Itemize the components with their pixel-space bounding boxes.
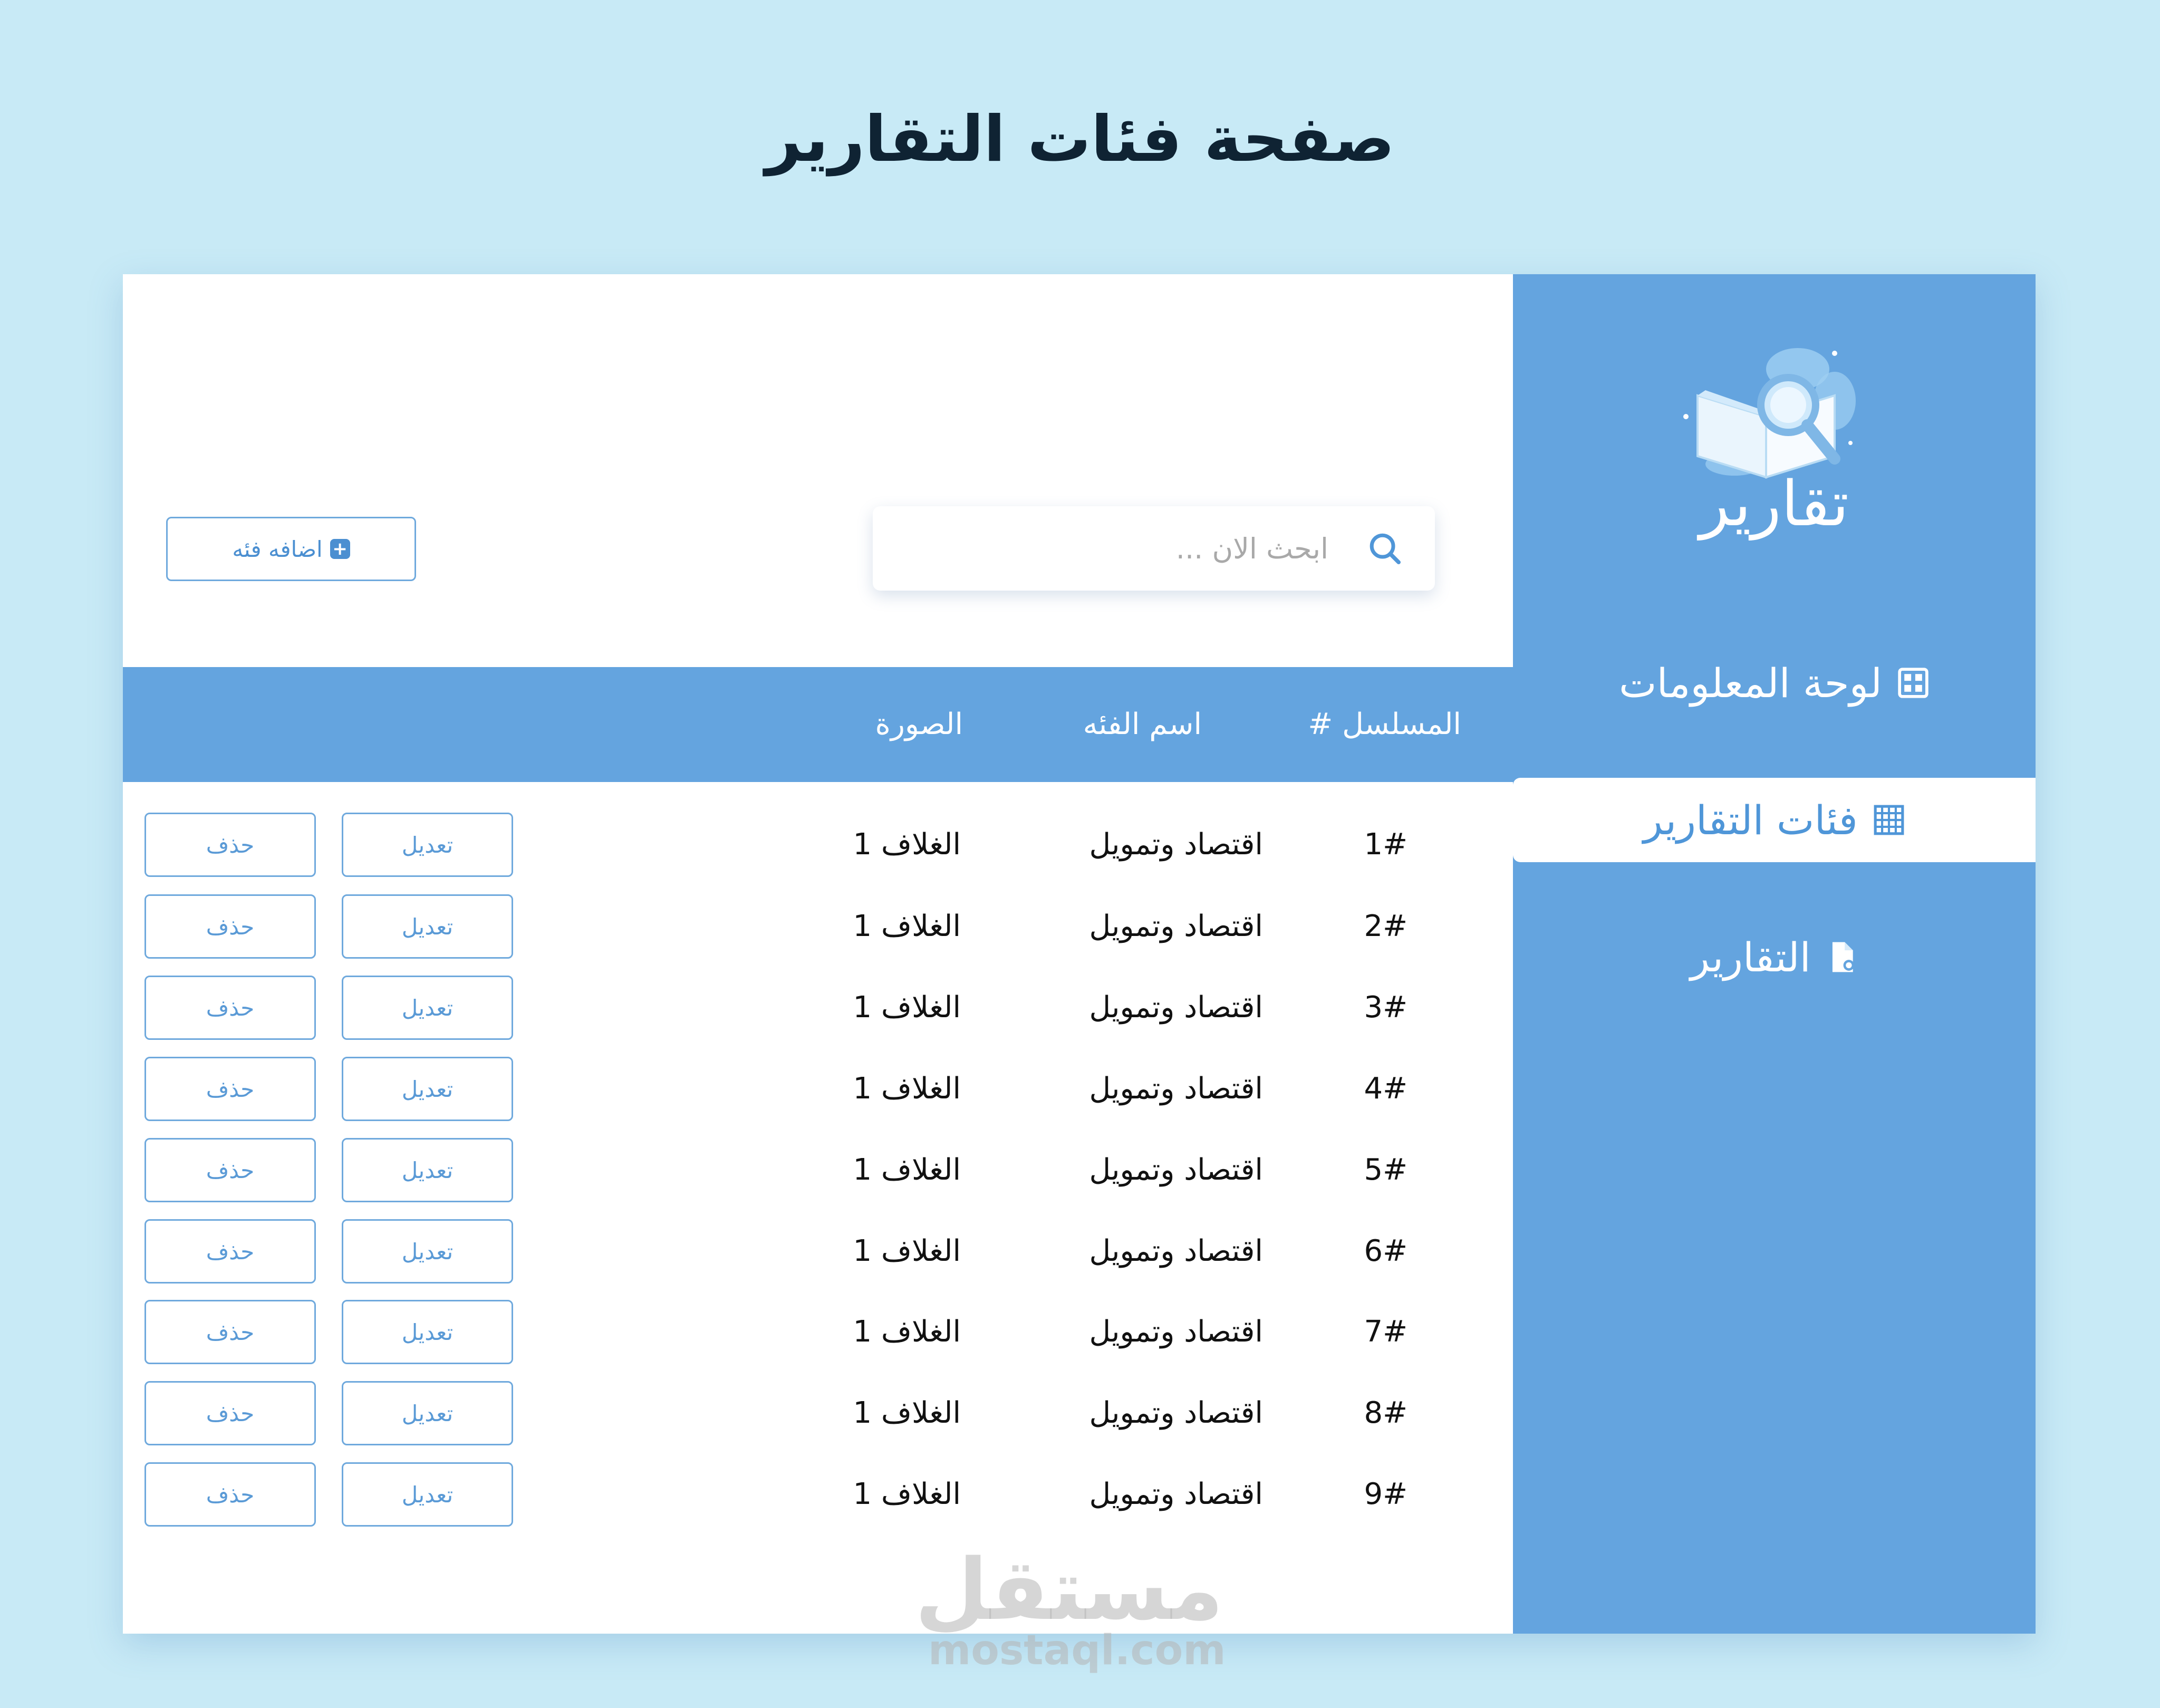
- plus-square-icon: +: [330, 539, 350, 559]
- delete-button[interactable]: حذف: [144, 813, 316, 877]
- sidebar-item-report-categories[interactable]: فئات التقارير: [1513, 778, 2036, 862]
- document-icon: [1832, 942, 1855, 972]
- delete-button[interactable]: حذف: [144, 1381, 316, 1445]
- column-header-serial: المسلسل #: [1308, 707, 1461, 741]
- page-title: صفحة فئات التقارير: [765, 103, 1395, 176]
- edit-button[interactable]: تعديل: [342, 976, 513, 1040]
- edit-button[interactable]: تعديل: [342, 1300, 513, 1364]
- table-row: 9# اقتصاد وتمويل الغلاف 1 تعديل حذف: [123, 1461, 1513, 1528]
- cell-image: الغلاف 1: [853, 990, 961, 1025]
- logo: تقارير: [1513, 337, 2036, 540]
- edit-button[interactable]: تعديل: [342, 894, 513, 959]
- cell-serial: 3#: [1364, 990, 1407, 1025]
- add-category-button[interactable]: + اضافه فئه: [166, 517, 416, 581]
- search-icon[interactable]: [1366, 530, 1403, 567]
- cell-image: الغلاف 1: [853, 1153, 961, 1187]
- cell-serial: 4#: [1364, 1072, 1407, 1106]
- table-row: 3# اقتصاد وتمويل الغلاف 1 تعديل حذف: [123, 974, 1513, 1041]
- book-magnifier-icon: [1683, 348, 1856, 479]
- table-row: 8# اقتصاد وتمويل الغلاف 1 تعديل حذف: [123, 1380, 1513, 1446]
- sidebar-item-label: فئات التقارير: [1643, 796, 1858, 844]
- cell-serial: 2#: [1364, 909, 1407, 943]
- cell-name: اقتصاد وتمويل: [1089, 1072, 1263, 1106]
- cell-serial: 8#: [1364, 1396, 1407, 1430]
- sidebar-item-dashboard[interactable]: لوحة المعلومات: [1513, 641, 2036, 725]
- column-header-name: اسم الفئه: [1083, 707, 1202, 741]
- cell-image: الغلاف 1: [853, 1315, 961, 1349]
- table-row: 4# اقتصاد وتمويل الغلاف 1 تعديل حذف: [123, 1056, 1513, 1122]
- table-row: 2# اقتصاد وتمويل الغلاف 1 تعديل حذف: [123, 893, 1513, 960]
- cell-image: الغلاف 1: [853, 1072, 961, 1106]
- dashboard-grid-icon: [1898, 668, 1928, 698]
- cell-serial: 5#: [1364, 1153, 1407, 1187]
- cell-image: الغلاف 1: [853, 1234, 961, 1268]
- edit-button[interactable]: تعديل: [342, 1057, 513, 1121]
- table-row: 1# اقتصاد وتمويل الغلاف 1 تعديل حذف: [123, 812, 1513, 878]
- watermark-latin: mostaql.com: [928, 1627, 1226, 1674]
- table-grid-icon: [1874, 805, 1904, 835]
- cell-serial: 9#: [1364, 1477, 1407, 1511]
- cell-name: اقتصاد وتمويل: [1089, 1234, 1263, 1268]
- edit-button[interactable]: تعديل: [342, 1381, 513, 1445]
- cell-name: اقتصاد وتمويل: [1089, 1153, 1263, 1187]
- cell-name: اقتصاد وتمويل: [1089, 1315, 1263, 1349]
- delete-button[interactable]: حذف: [144, 1219, 316, 1284]
- watermark: مستقل mostaql.com: [914, 1540, 1226, 1677]
- cell-name: اقتصاد وتمويل: [1089, 1477, 1263, 1511]
- edit-button[interactable]: تعديل: [342, 1219, 513, 1284]
- column-header-image: الصورة: [875, 707, 963, 741]
- add-category-label: اضافه فئه: [232, 536, 323, 562]
- cell-serial: 6#: [1364, 1234, 1407, 1268]
- cell-image: الغلاف 1: [853, 1396, 961, 1430]
- cell-serial: 7#: [1364, 1315, 1407, 1349]
- edit-button[interactable]: تعديل: [342, 1138, 513, 1202]
- delete-button[interactable]: حذف: [144, 1300, 316, 1364]
- sidebar-item-reports[interactable]: التقارير: [1513, 915, 2036, 999]
- search-input[interactable]: [948, 531, 1329, 566]
- delete-button[interactable]: حذف: [144, 1138, 316, 1202]
- cell-image: الغلاف 1: [853, 1477, 961, 1511]
- table-row: 7# اقتصاد وتمويل الغلاف 1 تعديل حذف: [123, 1299, 1513, 1365]
- delete-button[interactable]: حذف: [144, 1462, 316, 1527]
- cell-serial: 1#: [1364, 827, 1407, 862]
- table-row: 5# اقتصاد وتمويل الغلاف 1 تعديل حذف: [123, 1137, 1513, 1203]
- search-box[interactable]: [873, 506, 1435, 591]
- sidebar-item-label: لوحة المعلومات: [1619, 659, 1883, 707]
- table-row: 6# اقتصاد وتمويل الغلاف 1 تعديل حذف: [123, 1218, 1513, 1285]
- cell-name: اقتصاد وتمويل: [1089, 1396, 1263, 1430]
- cell-image: الغلاف 1: [853, 827, 961, 862]
- edit-button[interactable]: تعديل: [342, 1462, 513, 1527]
- cell-name: اقتصاد وتمويل: [1089, 909, 1263, 943]
- delete-button[interactable]: حذف: [144, 894, 316, 959]
- delete-button[interactable]: حذف: [144, 976, 316, 1040]
- sidebar-item-label: التقارير: [1690, 933, 1811, 981]
- app-window: تقارير لوحة المعلومات فئات التقارير التق…: [123, 274, 2036, 1634]
- cell-name: اقتصاد وتمويل: [1089, 827, 1263, 862]
- edit-button[interactable]: تعديل: [342, 813, 513, 877]
- cell-name: اقتصاد وتمويل: [1089, 990, 1263, 1025]
- watermark-arabic: مستقل: [914, 1540, 1223, 1639]
- sidebar: تقارير لوحة المعلومات فئات التقارير التق…: [1513, 274, 2036, 1634]
- cell-image: الغلاف 1: [853, 909, 961, 943]
- logo-text: تقارير: [1699, 467, 1849, 540]
- table-header: المسلسل # اسم الفئه الصورة: [123, 667, 1513, 782]
- delete-button[interactable]: حذف: [144, 1057, 316, 1121]
